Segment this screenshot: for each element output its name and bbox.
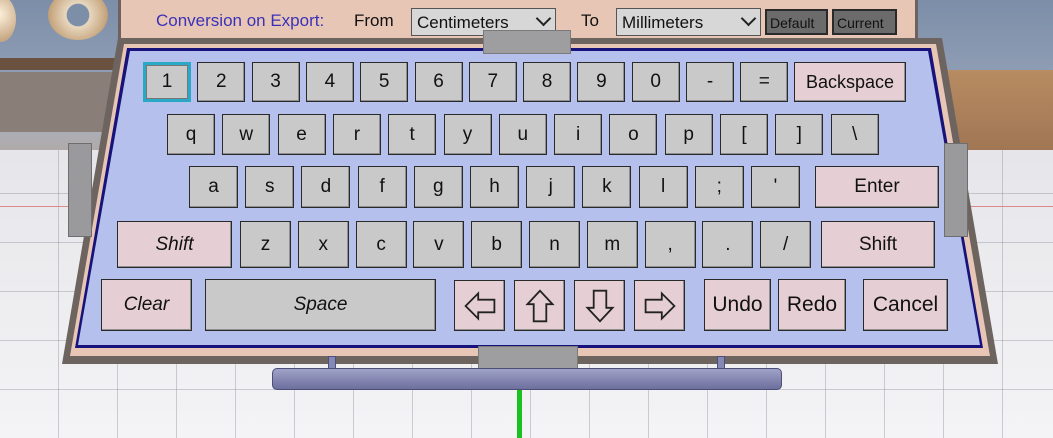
key-q[interactable]: q	[167, 114, 215, 155]
conversion-title: Conversion on Export:	[156, 11, 325, 30]
key-s[interactable]: s	[245, 166, 295, 208]
right-arrow-icon	[644, 290, 676, 321]
key-h[interactable]: h	[470, 166, 519, 208]
key-x[interactable]: x	[297, 221, 349, 268]
key-backslash[interactable]: \	[830, 114, 879, 155]
key-u[interactable]: u	[498, 114, 547, 155]
key-quote[interactable]: '	[751, 166, 800, 208]
key-n[interactable]: n	[529, 221, 580, 268]
keyboard-bottom-handle[interactable]	[478, 346, 578, 370]
key-shift-right[interactable]: Shift	[821, 221, 935, 268]
key-m[interactable]: m	[586, 221, 638, 268]
key-right-bracket[interactable]: ]	[775, 114, 824, 155]
keyboard-top-handle[interactable]	[483, 30, 571, 54]
key-semicolon[interactable]: ;	[694, 166, 744, 208]
key-y[interactable]: y	[443, 114, 492, 155]
key-a[interactable]: a	[189, 166, 238, 208]
key-g[interactable]: g	[413, 166, 463, 208]
key-r[interactable]: r	[332, 114, 381, 155]
key-arrow-up[interactable]	[514, 280, 565, 331]
key-l[interactable]: l	[638, 166, 688, 208]
key-minus[interactable]: -	[686, 62, 734, 102]
key-shift-left[interactable]: Shift	[117, 221, 232, 268]
key-i[interactable]: i	[554, 114, 603, 155]
keyboard-stand	[272, 368, 782, 390]
key-arrow-down[interactable]	[574, 280, 625, 331]
key-clear[interactable]: Clear	[101, 279, 192, 331]
key-z[interactable]: z	[240, 221, 291, 268]
key-o[interactable]: o	[609, 114, 658, 155]
to-unit-select[interactable]: Millimeters	[616, 8, 761, 36]
key-b[interactable]: b	[471, 221, 523, 268]
key-arrow-left[interactable]	[454, 280, 505, 331]
key-k[interactable]: k	[582, 166, 632, 208]
key-p[interactable]: p	[664, 114, 713, 155]
keyboard-left-handle[interactable]	[68, 143, 92, 237]
key-3[interactable]: 3	[251, 62, 300, 102]
chevron-down-icon	[535, 10, 552, 27]
key-t[interactable]: t	[388, 114, 437, 155]
down-arrow-icon	[584, 289, 615, 323]
key-5[interactable]: 5	[360, 62, 409, 102]
key-j[interactable]: j	[526, 166, 576, 208]
from-label: From	[354, 11, 394, 30]
key-8[interactable]: 8	[523, 62, 572, 102]
left-arrow-icon	[463, 290, 495, 321]
to-label: To	[581, 11, 599, 30]
key-backspace[interactable]: Backspace	[794, 62, 906, 102]
key-1[interactable]: 1	[143, 62, 191, 102]
key-arrow-right[interactable]	[634, 280, 685, 331]
keyboard-right-handle[interactable]	[944, 143, 968, 237]
key-0[interactable]: 0	[631, 62, 680, 102]
key-space[interactable]: Space	[205, 279, 436, 331]
key-7[interactable]: 7	[468, 62, 517, 102]
key-cancel[interactable]: Cancel	[863, 279, 948, 331]
current-button[interactable]: Current	[832, 9, 897, 35]
key-v[interactable]: v	[413, 221, 465, 268]
key-comma[interactable]: ,	[644, 221, 696, 268]
key-w[interactable]: w	[222, 114, 271, 155]
key-left-bracket[interactable]: [	[720, 114, 768, 155]
key-c[interactable]: c	[355, 221, 407, 268]
key-9[interactable]: 9	[577, 62, 626, 102]
key-d[interactable]: d	[301, 166, 351, 208]
key-enter[interactable]: Enter	[815, 166, 939, 208]
key-undo[interactable]: Undo	[704, 279, 771, 331]
key-period[interactable]: .	[702, 221, 754, 268]
key-f[interactable]: f	[357, 166, 407, 208]
key-4[interactable]: 4	[305, 62, 354, 102]
key-slash[interactable]: /	[760, 221, 812, 268]
default-button[interactable]: Default	[765, 9, 828, 35]
key-6[interactable]: 6	[414, 62, 463, 102]
key-e[interactable]: e	[277, 114, 326, 155]
to-unit-value: Millimeters	[622, 13, 704, 32]
key-equals[interactable]: =	[740, 62, 789, 102]
up-arrow-icon	[524, 288, 555, 322]
key-redo[interactable]: Redo	[778, 279, 846, 331]
key-2[interactable]: 2	[197, 62, 246, 102]
chevron-down-icon	[740, 10, 757, 27]
